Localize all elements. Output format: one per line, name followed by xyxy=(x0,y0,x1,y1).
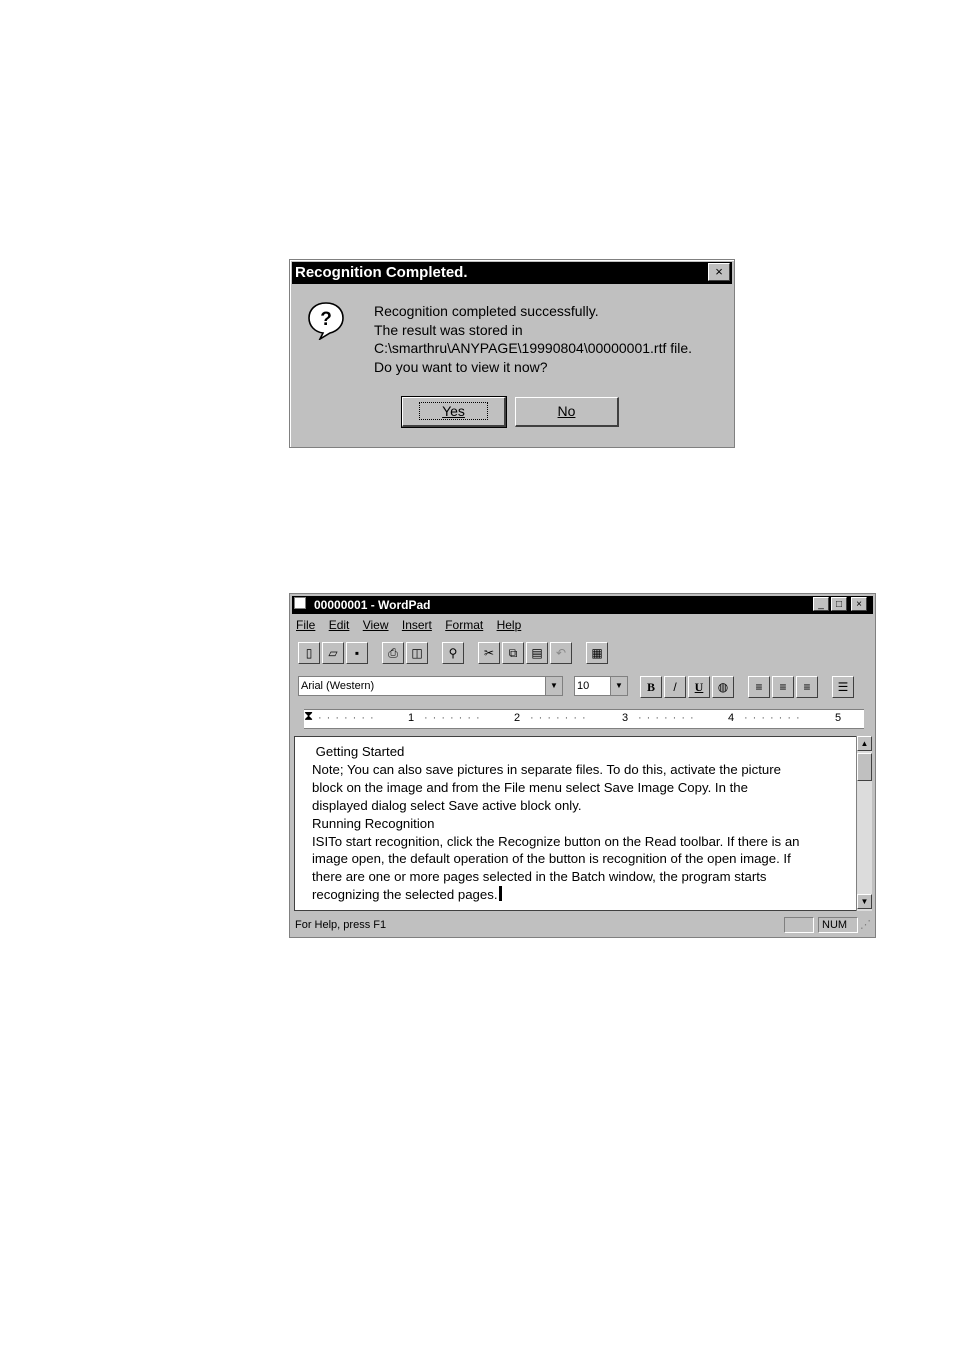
message-line: Recognition completed successfully. xyxy=(374,303,599,319)
doc-line: image open, the default operation of the… xyxy=(312,851,791,867)
question-icon: ? xyxy=(308,302,344,340)
scroll-up-icon[interactable]: ▲ xyxy=(857,736,872,751)
vertical-scrollbar[interactable]: ▲ ▼ xyxy=(856,736,872,911)
scroll-thumb[interactable] xyxy=(857,753,872,781)
ruler-ticks: ······· xyxy=(744,712,805,724)
font-size-select[interactable]: 10 ▼ xyxy=(574,676,628,696)
status-pane-empty xyxy=(784,917,814,933)
copy-icon[interactable]: ⧉ xyxy=(502,642,524,664)
ruler-ticks: ······· xyxy=(638,712,699,724)
doc-line-with-cursor: recognizing the selected pages. xyxy=(312,886,852,904)
dialog-close-button[interactable]: × xyxy=(708,263,730,281)
ruler-ticks: ······· xyxy=(530,712,591,724)
ruler-mark: 4 xyxy=(728,712,735,724)
message-line: The result was stored in xyxy=(374,321,523,338)
doc-line: Note; You can also save pictures in sepa… xyxy=(312,761,781,777)
menu-view[interactable]: View xyxy=(363,618,389,632)
font-value: Arial (Western) xyxy=(301,680,375,692)
close-icon[interactable]: × xyxy=(851,597,867,611)
chevron-down-icon[interactable]: ▼ xyxy=(545,677,562,695)
maximize-icon[interactable]: □ xyxy=(831,597,847,611)
ruler[interactable]: ⧗ ······· 1 ······· 2 ······· 3 ······· … xyxy=(304,708,864,729)
status-num: NUM xyxy=(818,917,858,933)
scroll-down-icon[interactable]: ▼ xyxy=(857,894,872,909)
menu-edit[interactable]: Edit xyxy=(329,618,350,632)
message-line: C:\smarthru\ANYPAGE\19990804\00000001.rt… xyxy=(374,340,693,356)
ruler-ticks: ······· xyxy=(318,712,379,724)
text-cursor xyxy=(499,886,503,902)
window-title: 00000001 - WordPad xyxy=(314,598,431,612)
minimize-icon[interactable]: _ xyxy=(813,597,829,611)
print-icon[interactable]: ⎙ xyxy=(382,642,404,664)
find-icon[interactable]: ⚲ xyxy=(442,642,464,664)
dialog-message: Recognition completed successfully. The … xyxy=(374,302,692,376)
menu-file[interactable]: File xyxy=(296,618,315,632)
color-icon[interactable]: ◍ xyxy=(712,676,734,698)
underline-button[interactable]: U xyxy=(688,676,710,698)
svg-text:?: ? xyxy=(320,309,332,330)
cut-icon[interactable]: ✂ xyxy=(478,642,500,664)
font-select[interactable]: Arial (Western) ▼ xyxy=(298,676,563,696)
ruler-mark: 2 xyxy=(514,712,521,724)
doc-line: Getting Started xyxy=(312,744,405,759)
italic-button[interactable]: / xyxy=(664,676,686,698)
align-center-icon[interactable]: ≡ xyxy=(772,676,794,698)
doc-line: there are one or more pages selected in … xyxy=(312,869,767,885)
doc-line: Running Recognition xyxy=(312,815,435,831)
doc-line: block on the image and from the File men… xyxy=(312,779,748,795)
yes-button[interactable]: Yes xyxy=(401,396,507,428)
date-time-icon[interactable]: ▦ xyxy=(586,642,608,664)
dialog-title: Recognition Completed. xyxy=(292,262,732,284)
print-preview-icon[interactable]: ◫ xyxy=(406,642,428,664)
wordpad-titlebar: 00000001 - WordPad xyxy=(292,596,873,614)
font-size-value: 10 xyxy=(577,680,590,692)
align-right-icon[interactable]: ≡ xyxy=(796,676,818,698)
resize-grip-icon[interactable]: ⋰ xyxy=(860,916,871,934)
document-area[interactable]: Getting Started Note; You can also save … xyxy=(294,736,860,911)
doc-line-partial xyxy=(312,904,852,908)
bold-button[interactable]: B xyxy=(640,676,662,698)
indent-marker-icon[interactable]: ⧗ xyxy=(304,708,313,724)
bullets-icon[interactable]: ☰ xyxy=(832,676,854,698)
doc-line: displayed dialog select Save active bloc… xyxy=(312,797,582,813)
undo-icon[interactable]: ↶ xyxy=(550,642,572,664)
new-icon[interactable]: ▯ xyxy=(298,642,320,664)
paste-icon[interactable]: ▤ xyxy=(526,642,548,664)
chevron-down-icon[interactable]: ▼ xyxy=(610,677,627,695)
open-icon[interactable]: ▱ xyxy=(322,642,344,664)
align-left-icon[interactable]: ≡ xyxy=(748,676,770,698)
ruler-mark: 5 xyxy=(835,712,842,724)
status-text: For Help, press F1 xyxy=(295,919,387,931)
menu-format[interactable]: Format xyxy=(445,618,483,632)
ruler-mark: 1 xyxy=(408,712,415,724)
ruler-ticks: ······· xyxy=(424,712,485,724)
document-text[interactable]: Getting Started Note; You can also save … xyxy=(312,743,852,908)
recognition-dialog: Recognition Completed. × ? Recognition c… xyxy=(289,259,735,448)
format-toolbar: Arial (Western) ▼ 10 ▼ B / U ◍ ≡ ≡ ≡ ☰ xyxy=(298,676,868,700)
wordpad-window: 00000001 - WordPad _ □ × File Edit View … xyxy=(289,593,876,938)
menu-bar: File Edit View Insert Format Help xyxy=(296,618,531,632)
doc-line: recognizing the selected pages. xyxy=(312,887,498,903)
doc-line: ISITo start recognition, click the Recog… xyxy=(312,833,800,849)
ruler-mark: 3 xyxy=(622,712,629,724)
message-line: Do you want to view it now? xyxy=(374,358,548,375)
yes-button-label: Yes xyxy=(419,402,488,420)
menu-insert[interactable]: Insert xyxy=(402,618,432,632)
wordpad-app-icon[interactable] xyxy=(294,597,306,609)
menu-help[interactable]: Help xyxy=(497,618,522,632)
no-button[interactable]: No xyxy=(515,397,619,427)
status-bar: For Help, press F1 NUM ⋰ xyxy=(294,916,872,934)
no-button-label: No xyxy=(557,403,576,419)
save-icon[interactable]: ▪ xyxy=(346,642,368,664)
